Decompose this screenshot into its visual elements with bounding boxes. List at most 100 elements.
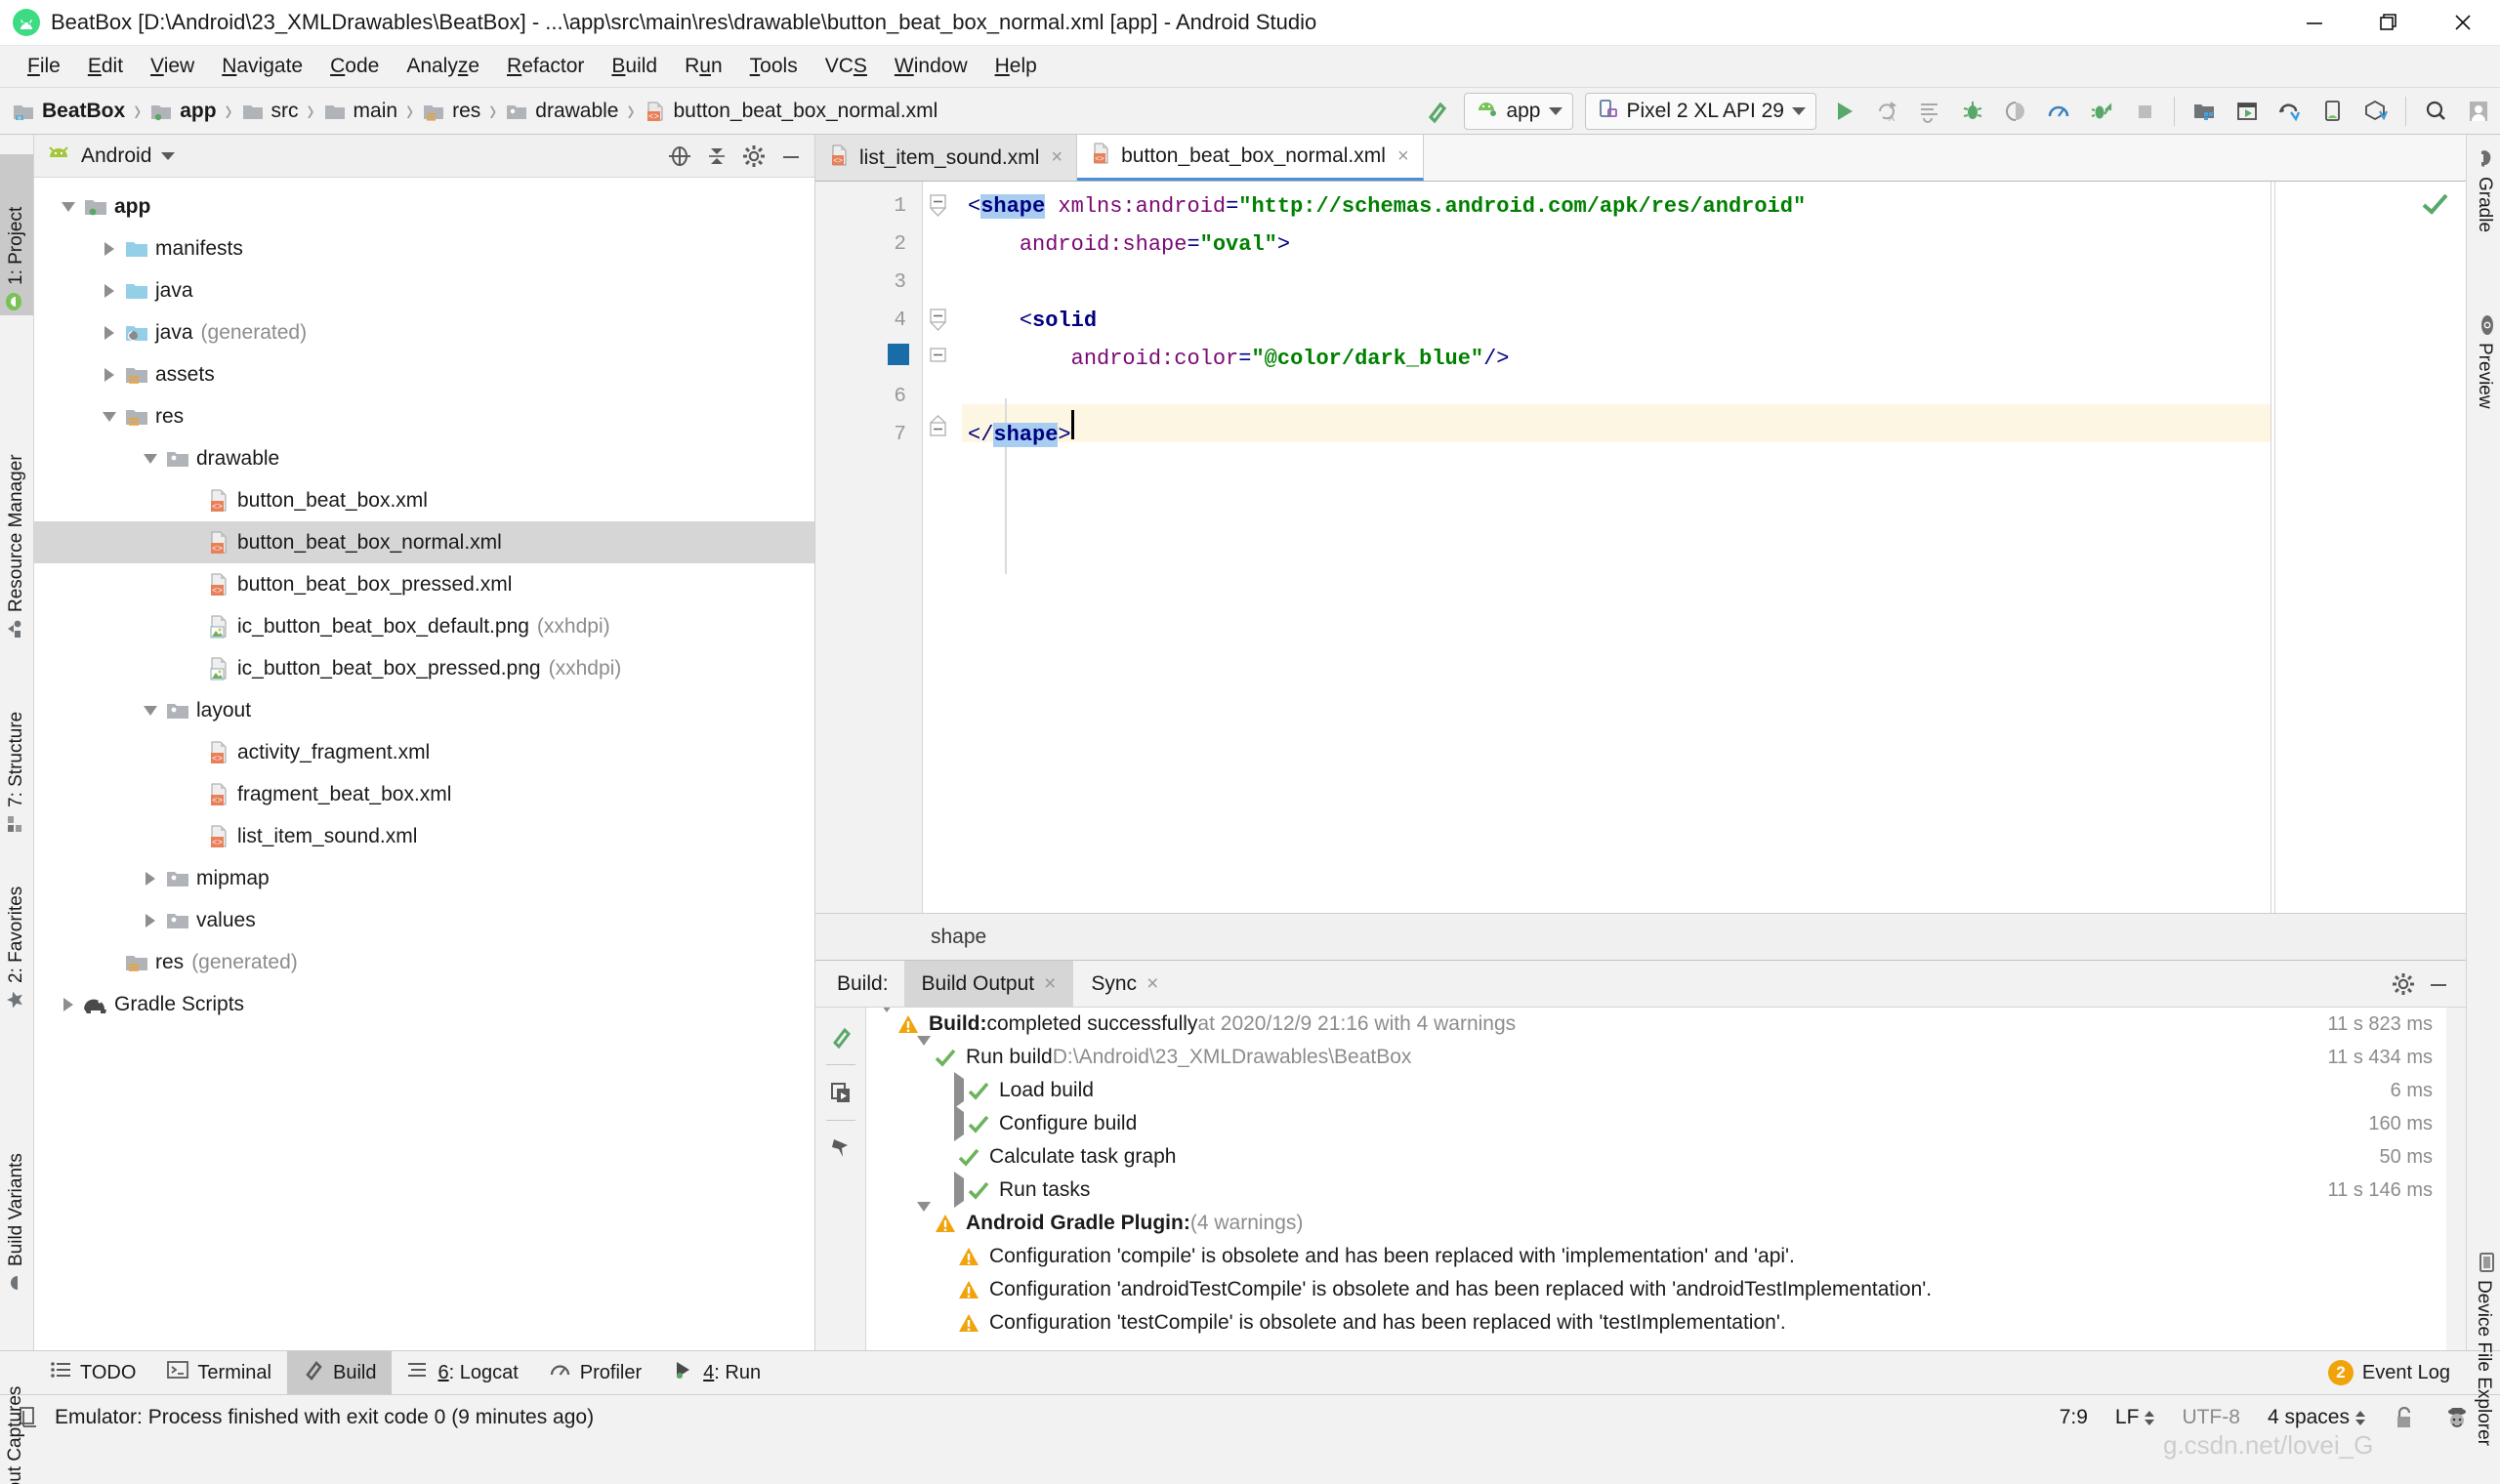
tree-row[interactable]: <> activity_fragment.xml — [34, 731, 814, 773]
restore-button[interactable] — [2352, 0, 2426, 45]
unlock-icon[interactable] — [2379, 1401, 2430, 1434]
minimize-icon[interactable] — [775, 141, 807, 172]
tree-expanded-arrow[interactable] — [56, 201, 81, 212]
build-row-arrow[interactable] — [954, 1072, 964, 1108]
code-line[interactable]: <solid — [968, 302, 2271, 340]
attach-debugger-button[interactable] — [1997, 93, 2034, 130]
encoding-selector[interactable]: UTF-8 — [2168, 1402, 2254, 1433]
build-output-row[interactable]: Run build D:\Android\23_XMLDrawables\Bea… — [866, 1036, 2446, 1074]
tree-collapsed-arrow[interactable] — [97, 283, 122, 298]
tree-row[interactable]: java (generated) — [34, 311, 814, 353]
stop-button[interactable] — [2126, 93, 2163, 130]
debug-button[interactable] — [1954, 93, 1991, 130]
tree-expanded-arrow[interactable] — [138, 705, 163, 716]
close-icon[interactable]: × — [1397, 145, 1409, 168]
build-output-row[interactable]: Run tasks 11 s 146 ms — [866, 1172, 2446, 1208]
avd-manager-button[interactable] — [2229, 93, 2266, 130]
sidebar-item-build-variants[interactable]: Build Variants — [0, 1082, 33, 1297]
tree-collapsed-arrow[interactable] — [97, 241, 122, 256]
build-row-arrow[interactable] — [954, 1105, 964, 1141]
sidebar-item-project[interactable]: 1: Project — [0, 154, 33, 315]
code-line[interactable]: android:color="@color/dark_blue"/> — [968, 340, 2271, 378]
device-selector[interactable]: Pixel 2 XL API 29 — [1584, 92, 1816, 130]
tree-row[interactable]: Gradle Scripts — [34, 983, 814, 1025]
menu-analyze[interactable]: Analyze — [393, 51, 493, 82]
breadcrumb-item-main[interactable]: main — [323, 100, 397, 123]
sidebar-item-favorites[interactable]: 2: Favorites — [0, 828, 33, 1013]
close-icon[interactable]: × — [1051, 146, 1062, 169]
tree-row[interactable]: drawable — [34, 437, 814, 479]
editor-tab-button-beat-box-normal[interactable]: <> button_beat_box_normal.xml × — [1077, 135, 1424, 181]
code-line[interactable]: </shape> — [968, 416, 2271, 454]
device-manager-button[interactable] — [2314, 93, 2352, 130]
build-rerun-button[interactable] — [821, 1017, 860, 1056]
menu-vcs[interactable]: VCS — [812, 51, 881, 82]
tree-row[interactable]: <> button_beat_box.xml — [34, 479, 814, 521]
editor-gutter[interactable]: 1234567 — [815, 182, 923, 913]
menu-file[interactable]: File — [14, 51, 74, 82]
project-tree[interactable]: app manifests java java (generated) assets res… — [34, 178, 814, 1350]
tree-collapsed-arrow[interactable] — [56, 997, 81, 1011]
code-line[interactable]: android:shape="oval"> — [968, 226, 2271, 264]
editor-breadcrumb[interactable]: shape — [815, 913, 2466, 960]
close-icon[interactable]: × — [1146, 972, 1158, 996]
ok-check-icon[interactable] — [2421, 191, 2450, 222]
menu-tools[interactable]: Tools — [736, 51, 812, 82]
menu-edit[interactable]: Edit — [74, 51, 137, 82]
fold-handle-line4[interactable] — [929, 308, 952, 333]
tool-window-logcat[interactable]: 6: Logcat — [392, 1351, 533, 1394]
tree-expanded-arrow[interactable] — [138, 453, 163, 464]
build-row-arrow[interactable] — [880, 1008, 894, 1036]
breadcrumb-item-app[interactable]: app — [149, 100, 217, 123]
breadcrumb-item-beatbox[interactable]: BeatBox — [12, 100, 125, 123]
pin-icon[interactable] — [821, 1129, 860, 1168]
sidebar-item-gradle[interactable]: Gradle — [2469, 144, 2500, 236]
menu-build[interactable]: Build — [598, 51, 671, 82]
menu-run[interactable]: Run — [671, 51, 736, 82]
collapse-all-button[interactable] — [701, 141, 732, 172]
build-output-row[interactable]: Load build 6 ms — [866, 1072, 2446, 1108]
run-with-coverage-button[interactable] — [2083, 93, 2120, 130]
tree-expanded-arrow[interactable] — [97, 411, 122, 422]
apply-changes-button[interactable]: A — [1868, 93, 1905, 130]
tree-row[interactable]: <> fragment_beat_box.xml — [34, 773, 814, 815]
fold-handle-line7[interactable] — [929, 414, 952, 437]
tree-collapsed-arrow[interactable] — [138, 871, 163, 886]
select-opened-file-button[interactable] — [664, 141, 695, 172]
code-folding-strip[interactable] — [923, 182, 979, 913]
editor-tab-list-item-sound[interactable]: <> list_item_sound.xml × — [815, 135, 1078, 181]
fold-handle-line5[interactable] — [929, 346, 952, 367]
make-project-button[interactable] — [1418, 93, 1455, 130]
sidebar-item-layout-captures[interactable]: Layout Captures — [0, 1301, 31, 1484]
tree-row[interactable]: layout — [34, 689, 814, 731]
tree-row[interactable]: java — [34, 269, 814, 311]
build-hide-button[interactable] — [2421, 961, 2456, 1007]
sync-gradle-button[interactable] — [2271, 93, 2309, 130]
tree-collapsed-arrow[interactable] — [97, 367, 122, 382]
tree-collapsed-arrow[interactable] — [97, 325, 122, 340]
sidebar-item-preview[interactable]: Preview — [2469, 310, 2500, 413]
build-settings-button[interactable] — [2386, 961, 2421, 1007]
build-output-row[interactable]: Configure build 160 ms — [866, 1105, 2446, 1141]
code-line[interactable] — [968, 264, 2271, 302]
close-button[interactable] — [2426, 0, 2500, 45]
tool-window-profiler[interactable]: Profiler — [534, 1351, 657, 1394]
menu-navigate[interactable]: Navigate — [208, 51, 316, 82]
tree-collapsed-arrow[interactable] — [138, 913, 163, 928]
run-button[interactable] — [1825, 93, 1862, 130]
breadcrumb-item-res[interactable]: res — [422, 100, 480, 123]
tool-window-todo[interactable]: TODO — [34, 1351, 151, 1394]
breadcrumb-item-file[interactable]: <> button_beat_box_normal.xml — [644, 100, 938, 123]
tool-window-run[interactable]: 4: Run — [657, 1351, 776, 1394]
build-output-row[interactable]: Android Gradle Plugin: (4 warnings) — [866, 1202, 2446, 1240]
tree-row[interactable]: <> list_item_sound.xml — [34, 815, 814, 857]
build-output-row[interactable]: Build: completed successfully at 2020/12… — [866, 1008, 2446, 1041]
tree-row[interactable]: values — [34, 899, 814, 941]
build-output-tree[interactable]: Build: completed successfully at 2020/12… — [866, 1008, 2446, 1350]
code-line[interactable] — [968, 378, 2271, 416]
build-tab-build-output[interactable]: Build Output × — [903, 961, 1074, 1007]
run-configuration-selector[interactable]: app — [1464, 92, 1573, 130]
build-scrollbar[interactable] — [2446, 1008, 2466, 1350]
tree-row[interactable]: ic_button_beat_box_default.png (xxhdpi) — [34, 605, 814, 647]
menu-help[interactable]: Help — [981, 51, 1051, 82]
